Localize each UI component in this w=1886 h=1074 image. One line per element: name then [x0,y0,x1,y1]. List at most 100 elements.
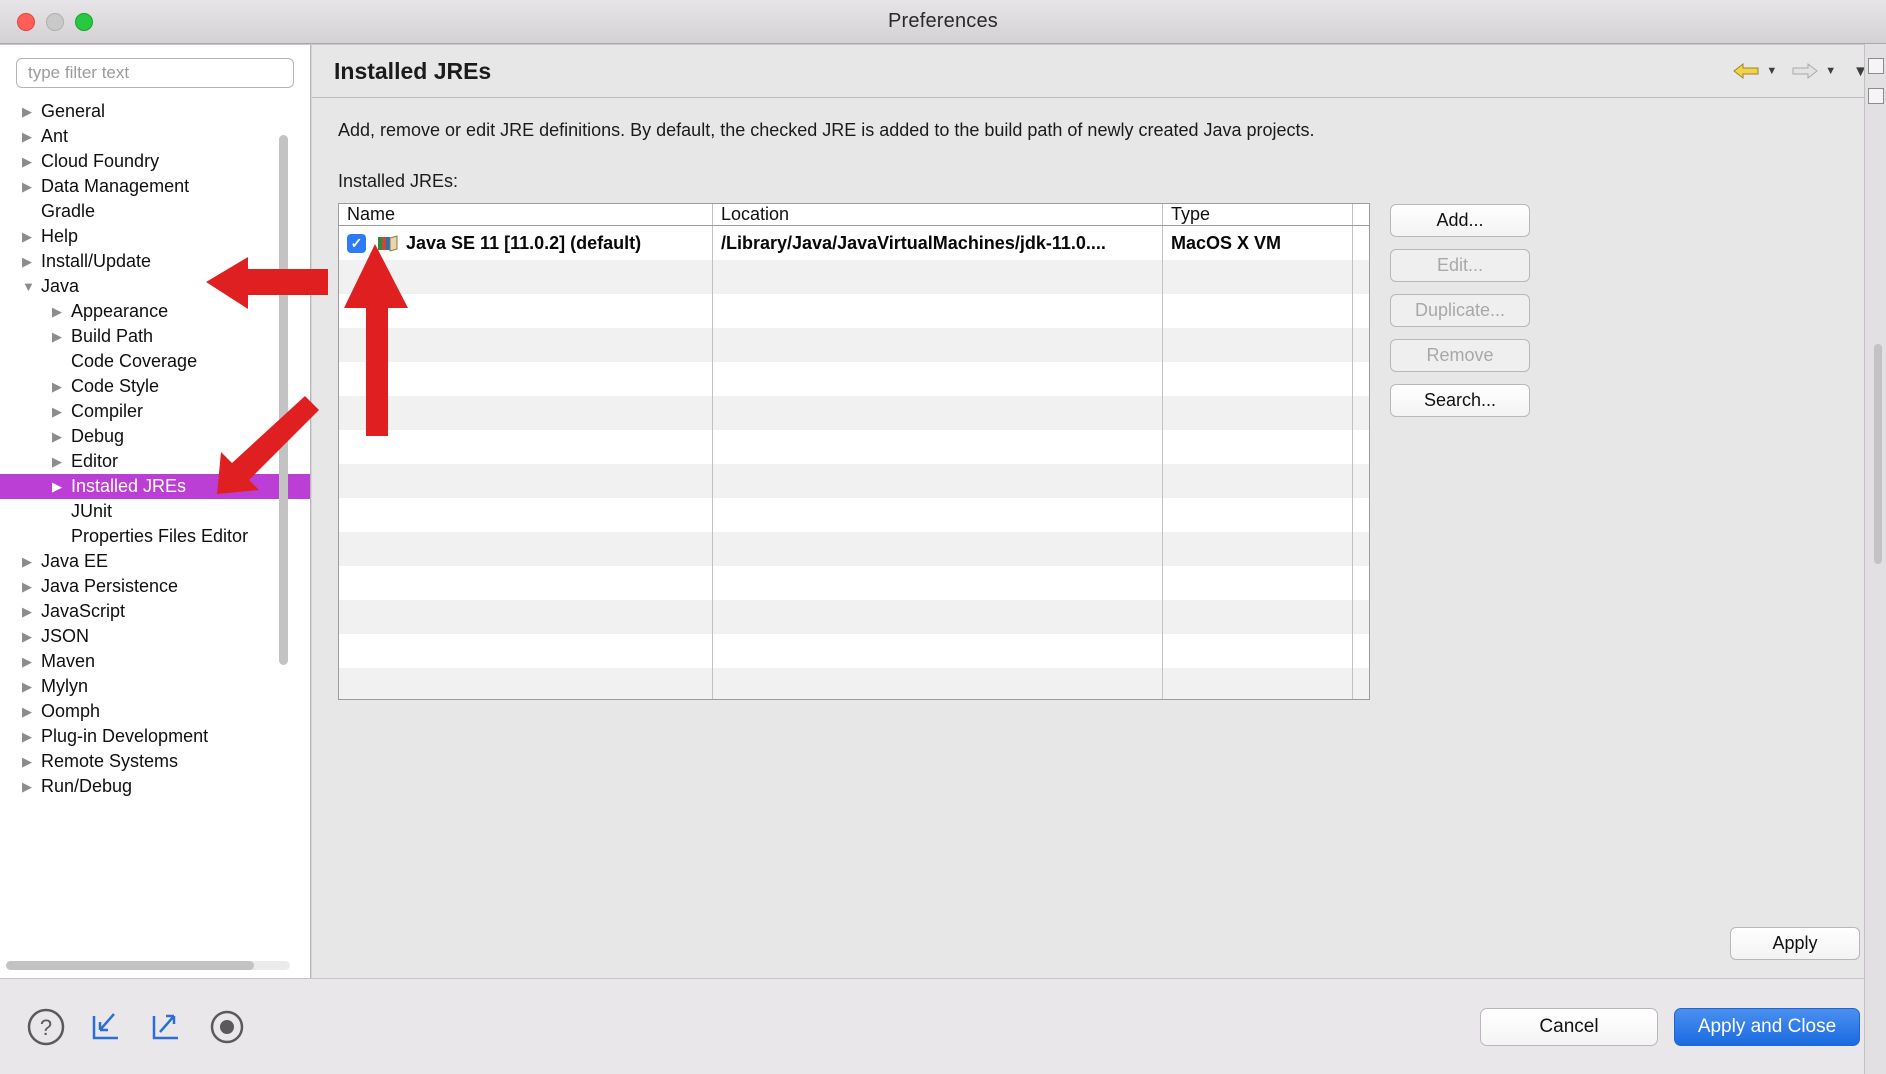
table-empty-row[interactable] [339,430,1369,464]
sidebar-item-mylyn[interactable]: ▶ Mylyn [0,674,310,699]
chevron-right-icon[interactable]: ▶ [22,130,39,143]
chevron-right-icon[interactable]: ▶ [52,430,69,443]
table-empty-row[interactable] [339,328,1369,362]
sidebar-item-build-path[interactable]: ▶ Build Path [0,324,310,349]
table-empty-row[interactable] [339,464,1369,498]
sidebar-item-installed-jres[interactable]: ▶ Installed JREs [0,474,310,499]
sidebar-item-maven[interactable]: ▶ Maven [0,649,310,674]
help-icon[interactable]: ? [26,1007,66,1047]
sidebar-item-json[interactable]: ▶ JSON [0,624,310,649]
sidebar-item-run-debug[interactable]: ▶ Run/Debug [0,774,310,799]
sidebar-item-junit[interactable]: ▶JUnit [0,499,310,524]
sidebar-item-java[interactable]: ▼ Java [0,274,310,299]
sidebar-item-oomph[interactable]: ▶ Oomph [0,699,310,724]
back-button[interactable]: ▼ [1731,61,1777,81]
export-icon[interactable] [148,1008,186,1046]
sidebar-item-gradle[interactable]: ▶Gradle [0,199,310,224]
chevron-right-icon[interactable]: ▶ [22,580,39,593]
table-empty-row[interactable] [339,600,1369,634]
empty-cell [1353,498,1369,532]
chevron-right-icon[interactable]: ▶ [22,680,39,693]
sidebar-item-debug[interactable]: ▶ Debug [0,424,310,449]
sidebar-item-code-coverage[interactable]: ▶Code Coverage [0,349,310,374]
empty-cell [339,668,713,699]
sidebar-item-properties-files-editor[interactable]: ▶Properties Files Editor [0,524,310,549]
chevron-right-icon[interactable]: ▶ [22,105,39,118]
chevron-down-icon[interactable]: ▼ [22,280,39,293]
chevron-right-icon[interactable]: ▶ [22,730,39,743]
tree-horizontal-scrollbar-thumb[interactable] [6,961,254,970]
chevron-right-icon[interactable]: ▶ [22,180,39,193]
apply-button[interactable]: Apply [1730,927,1860,960]
sidebar-item-label: Compiler [71,401,144,421]
table-empty-row[interactable] [339,294,1369,328]
chevron-right-icon[interactable]: ▶ [52,305,69,318]
sidebar-item-data-management[interactable]: ▶ Data Management [0,174,310,199]
search-input[interactable] [16,58,294,88]
edit-button: Edit... [1390,249,1530,282]
table-empty-row[interactable] [339,634,1369,668]
sidebar-item-plug-in-development[interactable]: ▶ Plug-in Development [0,724,310,749]
chevron-right-icon[interactable]: ▶ [22,755,39,768]
cancel-button[interactable]: Cancel [1480,1007,1658,1046]
chevron-right-icon[interactable]: ▶ [52,330,69,343]
search-button[interactable]: Search... [1390,384,1530,417]
sidebar-item-java-persistence[interactable]: ▶ Java Persistence [0,574,310,599]
add-button[interactable]: Add... [1390,204,1530,237]
sidebar-item-ant[interactable]: ▶ Ant [0,124,310,149]
chevron-right-icon[interactable]: ▶ [22,605,39,618]
chevron-right-icon[interactable]: ▶ [22,705,39,718]
chevron-right-icon[interactable]: ▶ [22,780,39,793]
sidebar-item-javascript[interactable]: ▶ JavaScript [0,599,310,624]
table-empty-row[interactable] [339,260,1369,294]
dock-view-icon-1[interactable] [1867,58,1884,74]
chevron-down-icon: ▼ [1766,65,1778,77]
chevron-right-icon[interactable]: ▶ [22,155,39,168]
chevron-right-icon[interactable]: ▶ [52,405,69,418]
table-empty-row[interactable] [339,362,1369,396]
preferences-tree[interactable]: ▶ General ▶ Ant ▶ Cloud Foundry ▶ Data Manageme… [0,97,310,978]
column-header-location[interactable]: Location [713,204,1163,225]
sidebar-item-cloud-foundry[interactable]: ▶ Cloud Foundry [0,149,310,174]
sidebar-item-compiler[interactable]: ▶ Compiler [0,399,310,424]
empty-cell [1353,566,1369,600]
record-icon[interactable] [208,1008,246,1046]
sidebar-item-java-ee[interactable]: ▶ Java EE [0,549,310,574]
dock-view-icon-2[interactable] [1867,88,1884,104]
right-dock-scrollbar[interactable] [1874,344,1882,564]
sidebar-item-remote-systems[interactable]: ▶ Remote Systems [0,749,310,774]
chevron-right-icon[interactable]: ▶ [52,480,69,493]
chevron-right-icon[interactable]: ▶ [52,455,69,468]
sidebar-item-general[interactable]: ▶ General [0,99,310,124]
import-icon[interactable] [88,1008,126,1046]
chevron-right-icon[interactable]: ▶ [22,655,39,668]
jre-row-checkbox[interactable]: ✓ [347,233,366,253]
sidebar-item-label: General [41,101,106,121]
sidebar-item-help[interactable]: ▶ Help [0,224,310,249]
chevron-right-icon[interactable]: ▶ [22,630,39,643]
tree-vertical-scrollbar[interactable] [279,135,288,665]
chevron-right-icon[interactable]: ▶ [22,255,39,268]
column-header-extra[interactable] [1353,204,1369,225]
table-row[interactable]: ✓ Java SE 11 [11.0.2] (default) /Library/J… [339,226,1369,260]
sidebar-item-appearance[interactable]: ▶ Appearance [0,299,310,324]
table-empty-row[interactable] [339,396,1369,430]
table-empty-row[interactable] [339,668,1369,699]
apply-and-close-button[interactable]: Apply and Close [1674,1007,1860,1046]
table-body[interactable]: ✓ Java SE 11 [11.0.2] (default) /Library/J… [339,226,1369,699]
sidebar-item-code-style[interactable]: ▶ Code Style [0,374,310,399]
chevron-right-icon[interactable]: ▶ [52,380,69,393]
table-empty-row[interactable] [339,566,1369,600]
empty-cell [1163,430,1353,464]
forward-button[interactable]: ▼ [1790,61,1836,81]
sidebar-item-label: Cloud Foundry [41,151,160,171]
column-header-name[interactable]: Name [339,204,713,225]
column-header-type[interactable]: Type [1163,204,1353,225]
sidebar-item-install-update[interactable]: ▶ Install/Update [0,249,310,274]
table-empty-row[interactable] [339,532,1369,566]
sidebar-item-editor[interactable]: ▶ Editor [0,449,310,474]
chevron-right-icon[interactable]: ▶ [22,555,39,568]
table-empty-row[interactable] [339,498,1369,532]
chevron-right-icon[interactable]: ▶ [22,230,39,243]
empty-cell [713,362,1163,396]
